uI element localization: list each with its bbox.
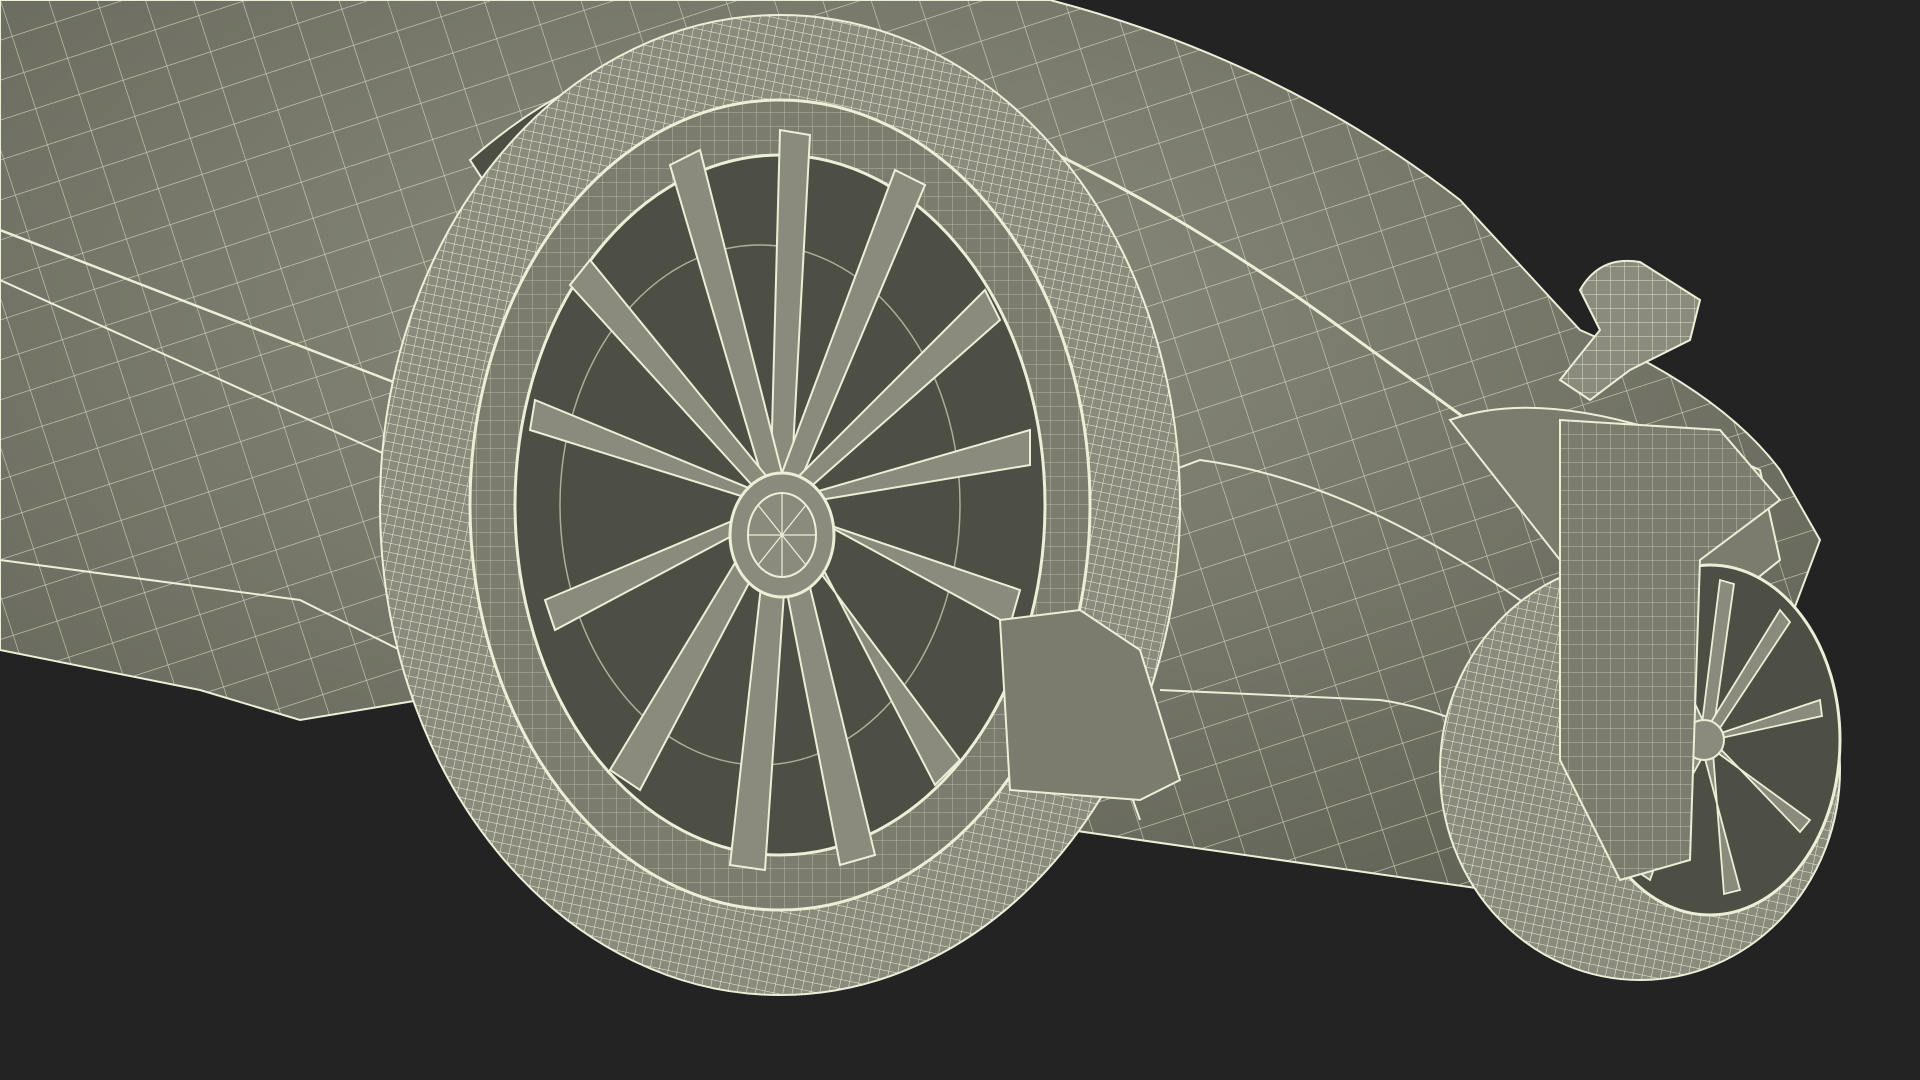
wireframe-car-render bbox=[0, 0, 1920, 1080]
rear-wheel bbox=[379, 14, 1181, 996]
